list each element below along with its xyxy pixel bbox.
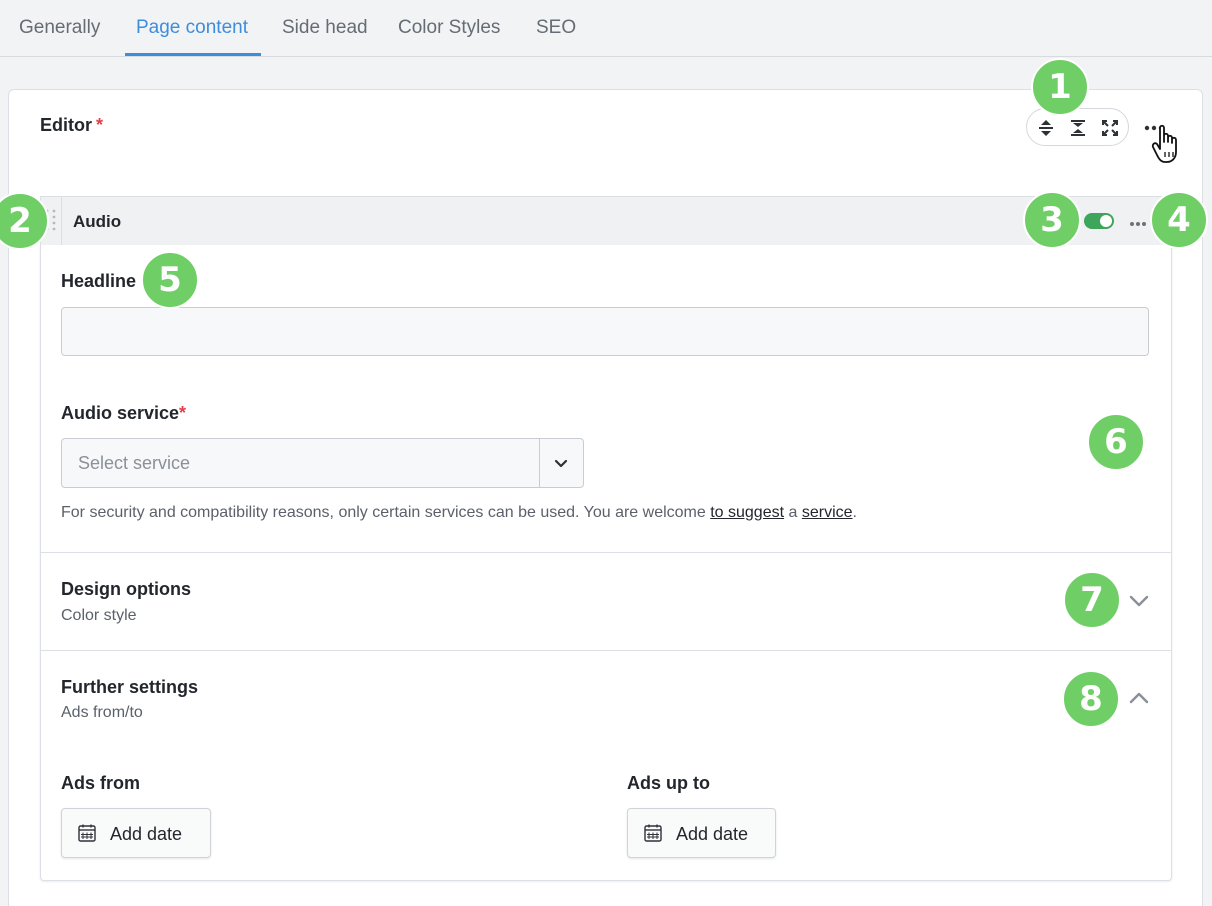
audio-block-header — [40, 196, 1172, 246]
expand-all-icon[interactable] — [1068, 118, 1088, 138]
select-placeholder: Select service — [78, 453, 191, 473]
section-divider — [41, 650, 1171, 651]
hint-prefix: For security and compatibility reasons, … — [61, 504, 711, 521]
add-date-label: Add date — [676, 824, 749, 844]
audio-service-label: Audio service* — [61, 403, 186, 424]
active-tab-indicator — [125, 53, 261, 56]
header-divider — [61, 197, 62, 245]
chevron-up-icon[interactable] — [1128, 690, 1150, 711]
ads-from-add-date-button[interactable]: Add date — [61, 808, 211, 858]
callout-badge-5: 5 — [141, 251, 199, 309]
block-more-icon[interactable] — [1129, 214, 1147, 232]
required-mark: * — [96, 115, 104, 135]
editor-toolbar — [1026, 108, 1129, 146]
further-settings-subtitle: Ads from/to — [61, 704, 143, 721]
callout-badge-1: 1 — [1031, 58, 1089, 116]
ads-up-to-label: Ads up to — [627, 773, 710, 793]
editor-title-label: Editor — [40, 115, 92, 135]
callout-badge-3: 3 — [1023, 191, 1081, 249]
fullscreen-icon[interactable] — [1100, 118, 1120, 138]
chevron-down-icon[interactable] — [1128, 593, 1150, 614]
ads-up-to-add-date-button[interactable]: Add date — [627, 808, 776, 858]
audio-service-label-text: Audio service — [61, 403, 180, 423]
calendar-icon — [77, 823, 97, 848]
tab-side-head[interactable]: Side head — [282, 17, 368, 39]
chevron-down-icon[interactable] — [553, 455, 569, 476]
tab-bar: Generally Page content Side head Color S… — [0, 0, 1212, 57]
hand-cursor-icon — [1151, 122, 1185, 171]
design-options-subtitle: Color style — [61, 607, 137, 624]
section-divider — [41, 552, 1171, 553]
callout-badge-6: 6 — [1087, 413, 1145, 471]
add-date-label: Add date — [110, 824, 183, 844]
block-title: Audio — [73, 212, 122, 231]
service-link[interactable]: service — [802, 504, 853, 521]
tab-generally[interactable]: Generally — [19, 17, 100, 39]
service-hint: For security and compatibility reasons, … — [61, 504, 857, 522]
headline-input[interactable] — [61, 307, 1149, 356]
further-settings-title[interactable]: Further settings — [61, 677, 198, 698]
calendar-icon — [643, 823, 663, 848]
collapse-all-icon[interactable] — [1036, 118, 1056, 138]
tab-page-content[interactable]: Page content — [136, 17, 248, 39]
callout-badge-4: 4 — [1150, 191, 1208, 249]
toggle-knob — [1100, 215, 1112, 227]
hint-middle: a — [784, 504, 802, 521]
hint-suffix: . — [852, 504, 857, 521]
required-mark: * — [179, 403, 187, 423]
callout-badge-8: 8 — [1062, 670, 1120, 728]
suggest-link[interactable]: to suggest — [710, 504, 784, 521]
editor-title: Editor * — [40, 115, 103, 136]
callout-badge-7: 7 — [1063, 571, 1121, 629]
design-options-title[interactable]: Design options — [61, 579, 191, 600]
tab-seo[interactable]: SEO — [536, 17, 576, 39]
ads-from-label: Ads from — [61, 773, 141, 793]
tab-color-styles[interactable]: Color Styles — [398, 17, 500, 39]
headline-label: Headline — [61, 271, 137, 291]
block-enabled-toggle[interactable] — [1084, 213, 1114, 229]
select-divider — [539, 439, 540, 487]
